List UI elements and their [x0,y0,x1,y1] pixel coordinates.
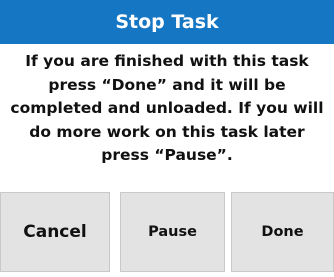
pause-button[interactable]: Pause [120,192,225,272]
done-button[interactable]: Done [231,192,334,272]
dialog-title-bar: Stop Task [0,0,334,44]
dialog-button-row: Cancel Pause Done [0,192,334,277]
cancel-button[interactable]: Cancel [0,192,110,272]
stop-task-dialog: Stop Task If you are finished with this … [0,0,334,277]
dialog-message: If you are finished with this task press… [10,52,324,164]
dialog-title: Stop Task [115,11,219,33]
